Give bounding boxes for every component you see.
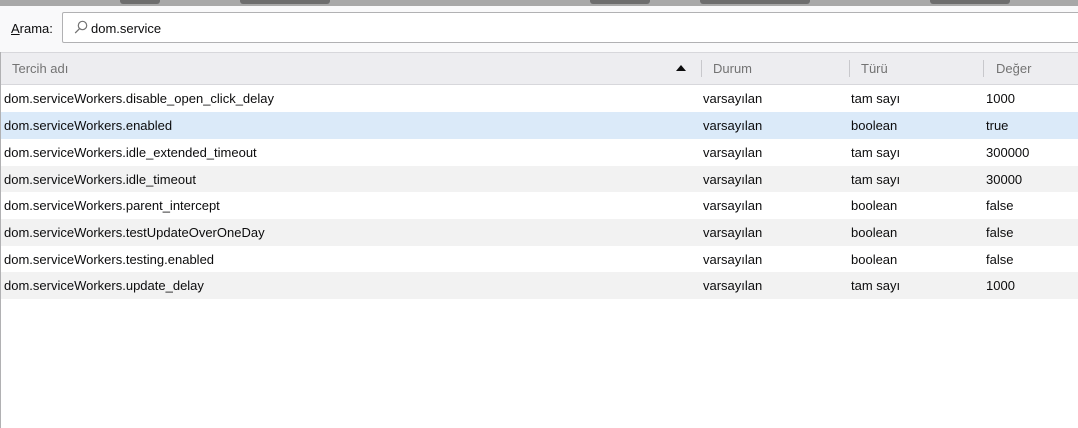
top-edge-shape (700, 0, 810, 4)
pref-status: varsayılan (703, 172, 763, 187)
pref-type: boolean (851, 118, 898, 133)
pref-name: dom.serviceWorkers.testing.enabled (4, 252, 215, 267)
pref-value: false (986, 225, 1014, 240)
search-icon (74, 20, 88, 34)
pref-type: tam sayı (851, 172, 901, 187)
preferences-table: Tercih adı Durum Türü Değer dom.serviceW… (0, 52, 1078, 428)
column-separator[interactable] (983, 60, 984, 77)
pref-value: false (986, 198, 1014, 213)
pref-type: tam sayı (851, 91, 901, 106)
search-label: Arama: (11, 21, 53, 36)
top-edge-shape (240, 0, 330, 4)
pref-value: false (986, 252, 1014, 267)
pref-status: varsayılan (703, 252, 763, 267)
column-header-value[interactable]: Değer (996, 53, 1031, 84)
pref-type: tam sayı (851, 145, 901, 160)
pref-status: varsayılan (703, 118, 763, 133)
top-edge-shape (590, 0, 650, 4)
pref-type: boolean (851, 198, 898, 213)
pref-status: varsayılan (703, 225, 763, 240)
pref-value: 30000 (986, 172, 1023, 187)
pref-type: tam sayı (851, 278, 901, 293)
table-row[interactable]: dom.serviceWorkers.idle_extended_timeout… (1, 139, 1078, 166)
pref-name: dom.serviceWorkers.testUpdateOverOneDay (4, 225, 265, 240)
top-edge-shape (120, 0, 160, 4)
pref-type: boolean (851, 225, 898, 240)
column-header-name[interactable]: Tercih adı (12, 53, 68, 84)
pref-value: 1000 (986, 278, 1015, 293)
table-row[interactable]: dom.serviceWorkers.testUpdateOverOneDay … (1, 219, 1078, 246)
pref-value: true (986, 118, 1009, 133)
pref-status: varsayılan (703, 278, 763, 293)
table-header: Tercih adı Durum Türü Değer (1, 52, 1078, 85)
table-row[interactable]: dom.serviceWorkers.update_delay varsayıl… (1, 272, 1078, 299)
pref-name: dom.serviceWorkers.idle_timeout (4, 172, 196, 187)
pref-value: 1000 (986, 91, 1015, 106)
search-input[interactable] (91, 18, 991, 38)
table-row[interactable]: dom.serviceWorkers.testing.enabled varsa… (1, 246, 1078, 273)
sort-ascending-icon (676, 65, 686, 71)
pref-name: dom.serviceWorkers.enabled (4, 118, 173, 133)
column-separator[interactable] (701, 60, 702, 77)
pref-name: dom.serviceWorkers.disable_open_click_de… (4, 91, 275, 106)
column-header-type[interactable]: Türü (861, 53, 888, 84)
top-edge-shape (930, 0, 1010, 4)
pref-status: varsayılan (703, 91, 763, 106)
table-row[interactable]: dom.serviceWorkers.enabled varsayılan bo… (1, 112, 1078, 139)
table-row[interactable]: dom.serviceWorkers.disable_open_click_de… (1, 85, 1078, 112)
column-separator[interactable] (849, 60, 850, 77)
pref-type: boolean (851, 252, 898, 267)
pref-name: dom.serviceWorkers.update_delay (4, 278, 204, 293)
pref-name: dom.serviceWorkers.idle_extended_timeout (4, 145, 257, 160)
pref-value: 300000 (986, 145, 1030, 160)
pref-name: dom.serviceWorkers.parent_intercept (4, 198, 220, 213)
table-row[interactable]: dom.serviceWorkers.parent_intercept vars… (1, 192, 1078, 219)
search-box[interactable] (62, 12, 1078, 43)
table-row[interactable]: dom.serviceWorkers.idle_timeout varsayıl… (1, 166, 1078, 193)
pref-status: varsayılan (703, 198, 763, 213)
search-bar: Arama: (0, 6, 1078, 52)
pref-status: varsayılan (703, 145, 763, 160)
column-header-status[interactable]: Durum (713, 53, 752, 84)
